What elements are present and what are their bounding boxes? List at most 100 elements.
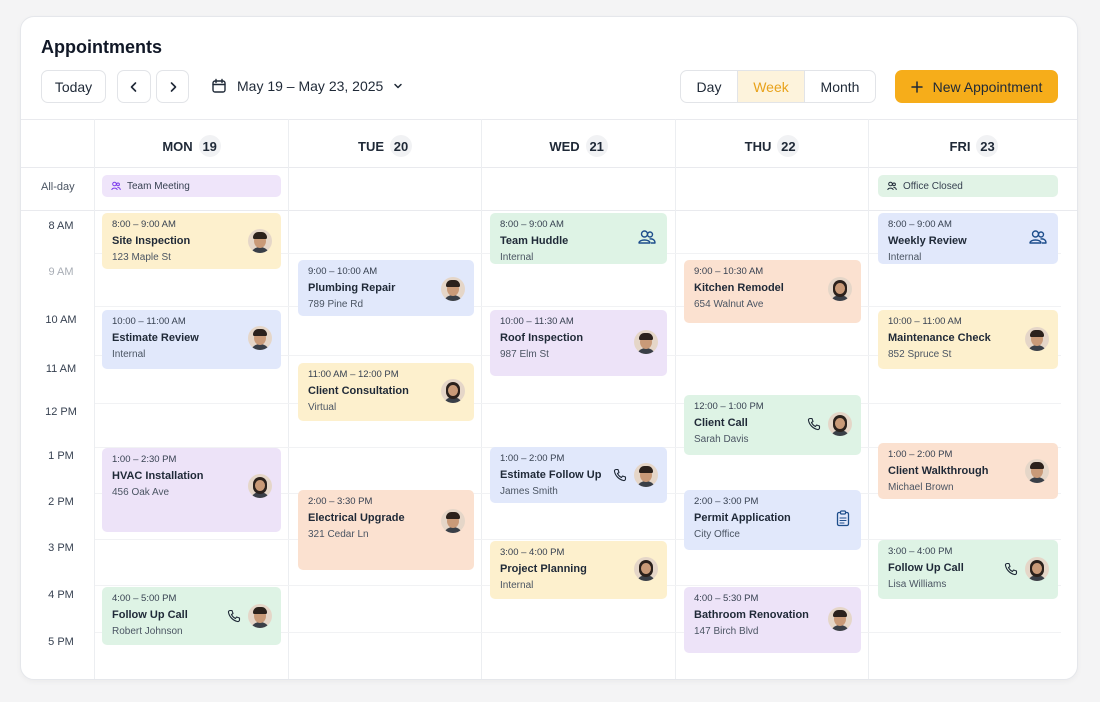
appointment-title: Weekly Review	[888, 235, 967, 247]
avatar	[634, 463, 658, 487]
appointment-location: Internal	[500, 252, 534, 263]
appointment-card[interactable]: 10:00 – 11:00 AM Estimate Review Interna…	[102, 310, 281, 369]
phone-icon	[227, 609, 241, 623]
appointment-card[interactable]: 8:00 – 9:00 AM Team Huddle Internal	[490, 213, 667, 264]
appointment-card[interactable]: 1:00 – 2:00 PM Client Walkthrough Michae…	[878, 443, 1058, 499]
time-label: 10 AM	[45, 314, 77, 326]
day-name: TUE	[358, 138, 384, 154]
avatar	[1025, 557, 1049, 581]
column-divider	[675, 119, 676, 679]
chevron-left-icon	[130, 81, 137, 92]
appointment-title: Permit Application	[694, 512, 791, 524]
appointment-location: 147 Birch Blvd	[694, 626, 759, 637]
time-label: 12 PM	[45, 406, 77, 418]
appointment-time: 12:00 – 1:00 PM	[694, 401, 764, 412]
clipboard-icon	[836, 510, 850, 527]
all-day-event[interactable]: Office Closed	[878, 175, 1058, 197]
time-label: 3 PM	[48, 542, 74, 554]
appointment-card[interactable]: 1:00 – 2:30 PM HVAC Installation 456 Oak…	[102, 448, 281, 532]
appointment-card[interactable]: 1:00 – 2:00 PM Estimate Follow Up James …	[490, 447, 667, 503]
new-appointment-button[interactable]: New Appointment	[895, 70, 1058, 103]
divider	[21, 119, 1077, 120]
view-week-tab[interactable]: Week	[738, 71, 805, 102]
day-header-fri[interactable]: FRI 23	[869, 135, 1077, 157]
appointment-location: 456 Oak Ave	[112, 487, 170, 498]
divider	[21, 210, 1077, 211]
appointment-time: 2:00 – 3:30 PM	[308, 496, 373, 507]
appointment-time: 8:00 – 9:00 AM	[500, 219, 564, 230]
avatar	[828, 607, 852, 631]
today-button[interactable]: Today	[41, 70, 106, 103]
appointment-location: Internal	[888, 252, 922, 263]
date-range-picker[interactable]: May 19 – May 23, 2025	[211, 78, 403, 94]
appointment-card[interactable]: 2:00 – 3:00 PM Permit Application City O…	[684, 490, 861, 550]
date-range-label: May 19 – May 23, 2025	[237, 78, 384, 94]
appointment-card[interactable]: 3:00 – 4:00 PM Follow Up Call Lisa Willi…	[878, 540, 1058, 599]
column-divider	[94, 119, 95, 679]
day-name: WED	[549, 138, 580, 154]
appointment-card[interactable]: 11:00 AM – 12:00 PM Client Consultation …	[298, 363, 474, 421]
avatar	[634, 330, 658, 354]
next-week-button[interactable]	[156, 70, 189, 103]
appointment-time: 8:00 – 9:00 AM	[888, 219, 952, 230]
avatar	[828, 277, 852, 301]
appointment-card[interactable]: 4:00 – 5:00 PM Follow Up Call Robert Joh…	[102, 587, 281, 645]
appointment-card[interactable]: 9:00 – 10:00 AM Plumbing Repair 789 Pine…	[298, 260, 474, 316]
appointment-contact: Robert Johnson	[112, 626, 183, 637]
group-icon	[638, 230, 656, 244]
view-month-tab[interactable]: Month	[805, 71, 875, 102]
users-icon	[111, 181, 121, 191]
appointment-time: 8:00 – 9:00 AM	[112, 219, 176, 230]
day-name: FRI	[949, 138, 971, 154]
all-day-event-title: Team Meeting	[127, 180, 190, 192]
day-name: THU	[744, 138, 772, 154]
calendar-icon	[212, 78, 226, 93]
appointment-card[interactable]: 4:00 – 5:30 PM Bathroom Renovation 147 B…	[684, 587, 861, 653]
appointment-card[interactable]: 8:00 – 9:00 AM Site Inspection 123 Maple…	[102, 213, 281, 269]
appointment-time: 10:00 – 11:00 AM	[888, 316, 962, 327]
appointment-card[interactable]: 10:00 – 11:00 AM Maintenance Check 852 S…	[878, 310, 1058, 369]
appointment-card[interactable]: 12:00 – 1:00 PM Client Call Sarah Davis	[684, 395, 861, 455]
time-label: 9 AM	[48, 266, 74, 278]
appointment-time: 9:00 – 10:00 AM	[308, 266, 378, 277]
appointment-card[interactable]: 3:00 – 4:00 PM Project Planning Internal	[490, 541, 667, 599]
avatar	[248, 326, 272, 350]
appointment-title: Maintenance Check	[888, 332, 991, 344]
appointment-contact: James Smith	[500, 486, 558, 497]
appointment-location: Internal	[112, 349, 146, 360]
phone-icon	[807, 417, 821, 431]
appointment-card[interactable]: 10:00 – 11:30 AM Roof Inspection 987 Elm…	[490, 310, 667, 376]
appointments-card: Appointments Today May 19 – May 23, 2025…	[20, 16, 1078, 680]
plus-icon	[910, 80, 923, 93]
day-header-mon[interactable]: MON 19	[95, 135, 288, 157]
appointment-time: 1:00 – 2:00 PM	[500, 453, 565, 464]
time-label: 2 PM	[48, 496, 74, 508]
hour-line	[95, 403, 1061, 404]
time-label: 5 PM	[48, 636, 74, 648]
appointment-title: Follow Up Call	[888, 562, 964, 574]
new-appointment-label: New Appointment	[932, 78, 1043, 95]
appointment-contact: Lisa Williams	[888, 579, 947, 590]
appointment-contact: Michael Brown	[888, 482, 954, 493]
day-number: 22	[777, 135, 800, 157]
appointment-location: 654 Walnut Ave	[694, 299, 764, 310]
day-header-tue[interactable]: TUE 20	[289, 135, 481, 157]
day-header-wed[interactable]: WED 21	[482, 135, 675, 157]
phone-icon	[1004, 562, 1018, 576]
day-number: 19	[198, 135, 221, 157]
avatar	[828, 412, 852, 436]
avatar	[441, 509, 465, 533]
appointment-title: Team Huddle	[500, 235, 569, 247]
appointment-card[interactable]: 8:00 – 9:00 AM Weekly Review Internal	[878, 213, 1058, 264]
all-day-event[interactable]: Team Meeting	[102, 175, 281, 197]
appointment-title: HVAC Installation	[112, 470, 204, 482]
appointment-time: 9:00 – 10:30 AM	[694, 266, 764, 277]
day-header-thu[interactable]: THU 22	[676, 135, 868, 157]
appointment-card[interactable]: 9:00 – 10:30 AM Kitchen Remodel 654 Waln…	[684, 260, 861, 323]
appointment-location: 852 Spruce St	[888, 349, 952, 360]
avatar	[441, 277, 465, 301]
view-day-tab[interactable]: Day	[681, 71, 738, 102]
appointment-time: 11:00 AM – 12:00 PM	[308, 369, 399, 380]
previous-week-button[interactable]	[117, 70, 151, 103]
appointment-card[interactable]: 2:00 – 3:30 PM Electrical Upgrade 321 Ce…	[298, 490, 474, 570]
